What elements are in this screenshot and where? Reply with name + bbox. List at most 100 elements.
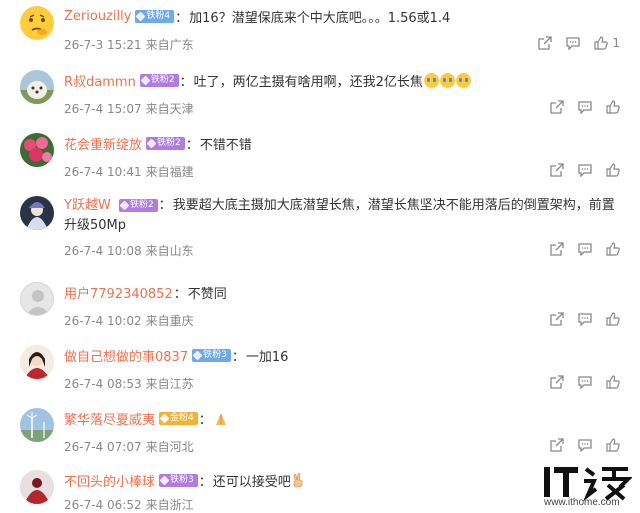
comment-icon[interactable] [578, 312, 592, 326]
username-link[interactable]: R叔dammn [64, 71, 136, 90]
action-bar [550, 100, 620, 114]
victory-hand-icon [293, 472, 303, 487]
fan-badge[interactable]: 铁粉2 [146, 136, 185, 150]
badge-label: 铁粉2 [157, 137, 181, 148]
like-icon[interactable] [606, 312, 620, 326]
avatar[interactable] [20, 345, 54, 379]
comment-meta: 26-7-3 15:21 来自广东 [64, 36, 194, 53]
like-icon[interactable] [606, 375, 620, 389]
badge-label: 铁粉3 [170, 474, 194, 485]
colon: ： [231, 349, 245, 365]
like-icon[interactable] [606, 438, 620, 452]
comment-line: 花会重新绽放 铁粉2 ： 不错不错 [64, 133, 252, 153]
like-icon[interactable] [594, 36, 609, 50]
avatar[interactable] [20, 282, 54, 316]
avatar[interactable] [20, 196, 54, 230]
timestamp: 26-7-4 10:02 [64, 314, 142, 328]
share-icon[interactable] [550, 438, 564, 452]
crying-emoji-icon [455, 72, 471, 88]
colon: ： [179, 74, 193, 90]
crying-emoji-icon [439, 72, 455, 88]
fan-badge[interactable]: 铁粉2 [118, 199, 158, 212]
comment-line: Y跃越W 铁粉2 ：我要超大底主摄加大底潜望长焦，潜望长焦坚决不能用落后的倒置架构… [64, 196, 620, 236]
location: 来自福建 [145, 165, 194, 179]
action-bar [550, 242, 620, 256]
location: 来自浙江 [145, 498, 194, 512]
username-link[interactable]: 繁华落尽夏威夷 [64, 409, 155, 428]
avatar[interactable] [20, 70, 54, 104]
comment-meta: 26-7-4 08:53 来自江苏 [64, 375, 194, 392]
comment-text: 还可以接受吧 [212, 474, 291, 490]
action-bar [550, 312, 620, 326]
like-icon[interactable] [606, 242, 620, 256]
timestamp: 26-7-4 07:07 [64, 440, 142, 454]
comment-item: R叔dammn 铁粉2 ： 吐了，两亿主摄有啥用啊，还我2亿长焦 26-7-4 … [0, 70, 640, 132]
comment-line: 用户7792340852 ： 不赞同 [64, 282, 227, 302]
comment-icon[interactable] [578, 438, 592, 452]
share-icon[interactable] [550, 163, 564, 177]
username-link[interactable]: 做自己想做的事0837 [64, 346, 188, 365]
pray-hands-icon [215, 412, 226, 425]
comment-line: 繁华落尽夏威夷 金粉4 ： [64, 408, 229, 428]
comment-item: Y跃越W 铁粉2 ：我要超大底主摄加大底潜望长焦，潜望长焦坚决不能用落后的倒置架构… [0, 196, 640, 276]
share-icon[interactable] [550, 312, 564, 326]
avatar[interactable] [20, 133, 54, 167]
like-icon[interactable] [606, 163, 620, 177]
comment-item: 用户7792340852 ： 不赞同 26-7-4 10:02 来自重庆 [0, 282, 640, 344]
username-link[interactable]: Zeriouzilly [64, 9, 131, 24]
comment-line: 不回头的小棒球 铁粉3 ： 还可以接受吧 [64, 470, 305, 490]
colon: ： [198, 412, 212, 428]
location: 来自广东 [145, 38, 194, 52]
timestamp: 26-7-4 06:52 [64, 498, 142, 512]
share-icon[interactable] [550, 375, 564, 389]
diamond-icon [159, 413, 170, 423]
avatar[interactable] [20, 408, 54, 442]
username-link[interactable]: Y跃越W [64, 198, 111, 213]
fan-badge[interactable]: 铁粉2 [139, 73, 179, 87]
crying-emoji-icon [423, 72, 439, 88]
comment-meta: 26-7-4 15:07 来自天津 [64, 100, 194, 117]
comment-text: 不错不错 [199, 137, 252, 153]
like-icon[interactable] [606, 100, 620, 114]
timestamp: 26-7-4 10:41 [64, 165, 142, 179]
fan-badge[interactable]: 铁粉4 [135, 9, 175, 23]
share-icon[interactable] [550, 100, 564, 114]
comment-meta: 26-7-4 10:02 来自重庆 [64, 312, 194, 329]
comment-line: Zeriouzilly 铁粉4 ： 加16？潜望保底来个中大底吧。。。1.56或… [64, 6, 450, 26]
comment-meta: 26-7-4 06:52 来自浙江 [64, 496, 194, 513]
avatar[interactable] [20, 6, 54, 40]
comment-text: 吐了，两亿主摄有啥用啊，还我2亿长焦 [193, 74, 423, 90]
username-link[interactable]: 花会重新绽放 [64, 134, 142, 153]
action-bar: 1 [538, 36, 620, 50]
diamond-icon [135, 11, 146, 21]
action-bar [550, 163, 620, 177]
comment-meta: 26-7-4 10:08 来自山东 [64, 242, 194, 259]
comment-icon[interactable] [578, 163, 592, 177]
share-icon[interactable] [538, 36, 553, 50]
comment-text: 不赞同 [187, 286, 227, 302]
comment-icon[interactable] [578, 375, 592, 389]
comment-item: 花会重新绽放 铁粉2 ： 不错不错 26-7-4 10:41 来自福建 [0, 133, 640, 195]
badge-label: 铁粉2 [150, 74, 175, 85]
share-icon[interactable] [550, 242, 564, 256]
comment-text: 加16？潜望保底来个中大底吧。。。1.56或1.4 [189, 10, 451, 26]
fan-badge[interactable]: 金粉4 [159, 411, 198, 425]
colon: ： [185, 137, 199, 153]
colon: ： [175, 10, 189, 26]
comment-icon[interactable] [578, 242, 592, 256]
action-bar [550, 438, 620, 452]
diamond-icon [159, 475, 170, 485]
fan-badge[interactable]: 铁粉3 [192, 348, 231, 362]
comment-icon[interactable] [566, 36, 581, 50]
colon: ： [173, 286, 187, 302]
fan-badge[interactable]: 铁粉3 [159, 473, 198, 487]
location: 来自山东 [145, 244, 194, 258]
diamond-icon [146, 138, 157, 148]
username-link[interactable]: 不回头的小棒球 [64, 471, 155, 490]
location: 来自重庆 [145, 314, 194, 328]
username-link[interactable]: 用户7792340852 [64, 283, 173, 302]
comment-icon[interactable] [578, 100, 592, 114]
avatar[interactable] [20, 470, 54, 504]
colon: ： [158, 198, 172, 213]
colon: ： [198, 474, 212, 490]
